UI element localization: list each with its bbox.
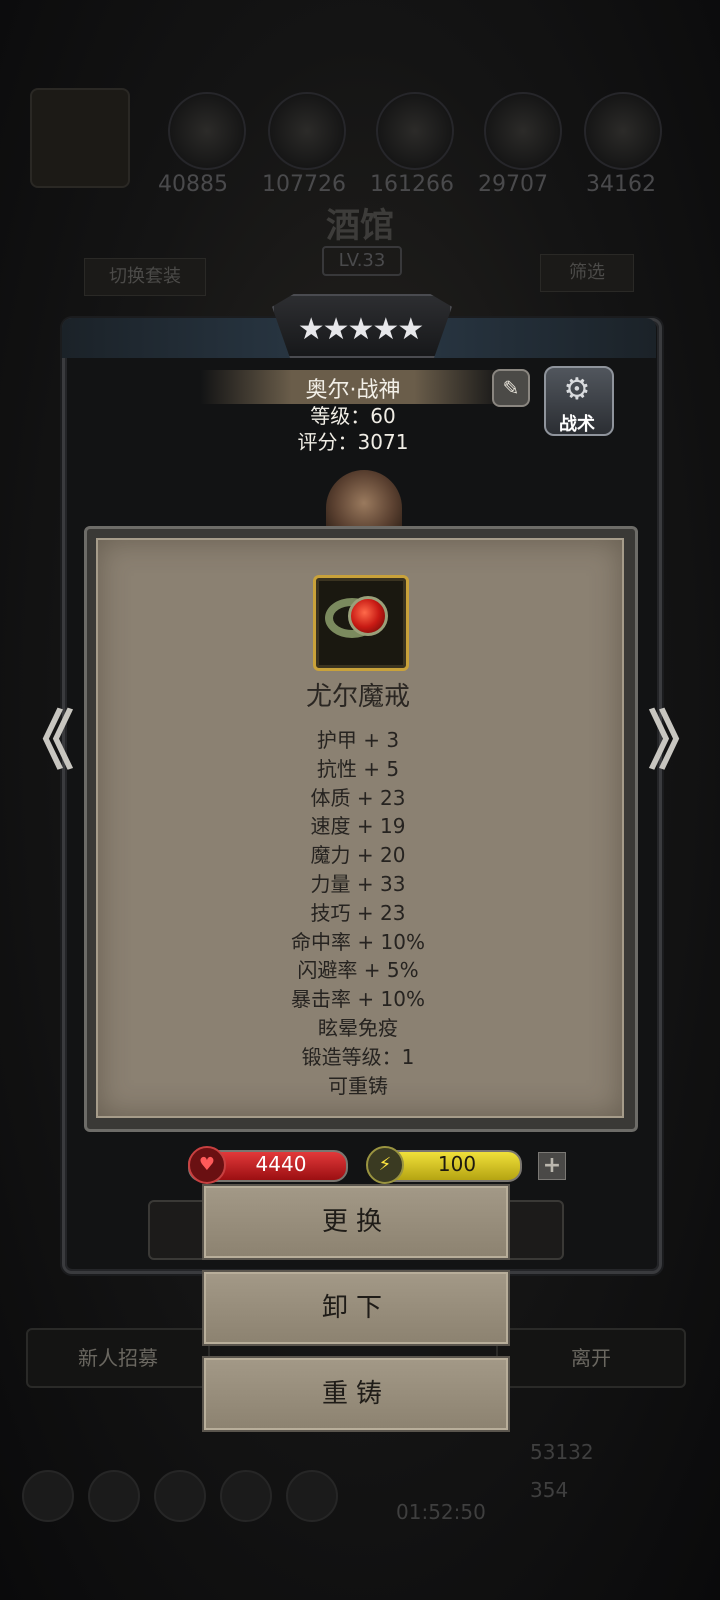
gem-amount: 354: [530, 1478, 569, 1502]
equipment-slot-icon: [168, 92, 246, 170]
prev-hero-arrow[interactable]: 《: [10, 690, 74, 782]
switch-outfit-button[interactable]: 切换套装: [84, 258, 206, 296]
gold-amount: 53132: [530, 1440, 594, 1464]
next-hero-arrow[interactable]: 》: [648, 690, 712, 782]
menu-icon: [154, 1470, 206, 1522]
star-rating: ★★★★★: [297, 312, 424, 347]
hero-score: 评分：3071: [297, 430, 409, 454]
bg-stat-number: 107726: [262, 172, 346, 197]
item-stat: 眩晕免疫: [318, 1015, 398, 1040]
item-stat: 抗性 + 5: [316, 756, 400, 781]
equipment-slot-icon: [584, 92, 662, 170]
tactic-label: 战术: [559, 414, 595, 435]
item-stat: 闪避率 + 5%: [297, 958, 419, 983]
hero-portrait-slot: [30, 88, 130, 188]
energy-value: 100: [437, 1152, 477, 1176]
item-stat: 命中率 + 10%: [291, 929, 425, 954]
menu-icon: [220, 1470, 272, 1522]
menu-icon: [88, 1470, 140, 1522]
menu-icon: [286, 1470, 338, 1522]
item-name: 尤尔魔戒: [305, 682, 410, 712]
bg-stat-number: 161266: [370, 172, 454, 197]
item-stat: 护甲 + 3: [316, 728, 400, 752]
bg-stat-number: 40885: [158, 172, 228, 197]
heart-icon: ♥: [188, 1146, 226, 1184]
reforge-button[interactable]: 重铸: [202, 1356, 510, 1432]
item-stats-list: 护甲 + 3 抗性 + 5 体质 + 23 速度 + 19 魔力 + 20 力量…: [96, 726, 620, 1100]
hero-level: 等级：60: [310, 404, 396, 428]
filter-button[interactable]: 筛选: [540, 254, 634, 292]
lightning-icon: ⚡: [366, 1146, 404, 1184]
equipment-slot-icon: [376, 92, 454, 170]
item-stat: 锻造等级：1: [301, 1044, 415, 1069]
equipment-slot-icon: [268, 92, 346, 170]
item-stat: 暴击率 + 10%: [291, 987, 425, 1012]
item-stat: 力量 + 33: [310, 871, 406, 896]
tavern-title: 酒馆: [326, 206, 394, 246]
equipment-slot-icon: [484, 92, 562, 170]
timer: 01:52:50: [396, 1500, 486, 1524]
item-stat: 技巧 + 23: [310, 900, 406, 925]
replace-button[interactable]: 更换: [202, 1184, 510, 1260]
pencil-icon: ✎: [502, 376, 520, 400]
bg-stat-number: 29707: [478, 172, 548, 197]
gear-icon: ⚙: [563, 372, 591, 407]
recruit-button[interactable]: 新人招募: [26, 1328, 210, 1388]
hp-value: 4440: [255, 1152, 307, 1176]
item-stat: 速度 + 19: [310, 814, 406, 839]
item-stat: 体质 + 23: [310, 785, 406, 810]
bg-stat-number: 34162: [586, 172, 656, 197]
add-energy-button[interactable]: +: [538, 1152, 566, 1180]
unequip-button[interactable]: 卸下: [202, 1270, 510, 1346]
item-stat: 魔力 + 20: [310, 843, 406, 868]
menu-icon: [22, 1470, 74, 1522]
leave-button[interactable]: 离开: [496, 1328, 686, 1388]
tavern-level: LV.33: [322, 246, 402, 276]
ring-gem-icon: [348, 596, 388, 636]
item-stat: 可重铸: [328, 1073, 388, 1098]
